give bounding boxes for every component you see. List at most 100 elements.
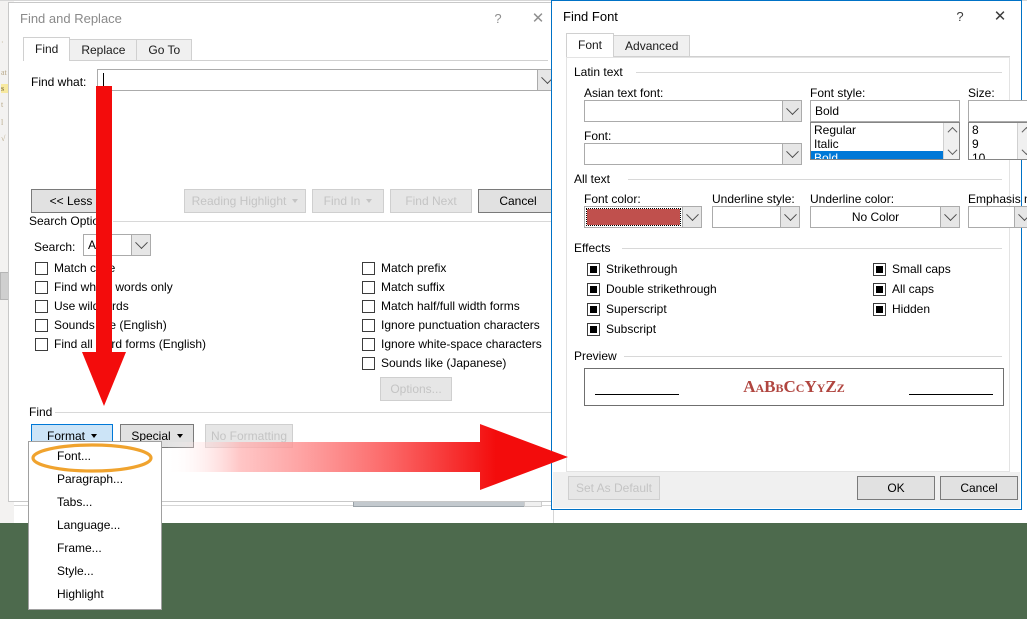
set-as-default-button[interactable]: Set As Default [568,476,660,500]
checkbox-hidden[interactable]: Hidden [873,302,930,316]
chevron-down-icon[interactable] [782,144,801,164]
underline-style-combo[interactable] [712,206,800,228]
reading-highlight-button[interactable]: Reading Highlight [184,189,306,213]
size-input[interactable] [968,100,1027,122]
font-style-input[interactable]: Bold [810,100,960,122]
preview-group-rule [624,356,1002,357]
asian-text-font-combo[interactable] [584,100,802,122]
checkbox-label: Match suffix [381,280,445,294]
checkbox-strikethrough[interactable]: Strikethrough [587,262,677,276]
format-dropdown-menu: Font... Paragraph... Tabs... Language...… [28,441,162,610]
list-item[interactable]: Bold [811,151,959,159]
find-replace-title-buttons: ? ✕ [479,3,559,33]
menu-item-tabs[interactable]: Tabs... [29,491,161,514]
menu-item-highlight[interactable]: Highlight [29,583,161,606]
chevron-down-icon[interactable] [780,207,799,227]
checkbox-label: Hidden [892,302,931,316]
find-group-rule [55,412,557,413]
preview-right-rule [909,394,993,395]
checkbox-box [587,282,600,296]
checkbox-match-suffix[interactable]: Match suffix [362,280,445,294]
chevron-down-icon[interactable] [682,207,701,227]
underline-color-combo[interactable]: No Color [810,206,960,228]
checkbox-sounds-like-english[interactable]: Sounds like (English) [35,318,167,332]
cancel-button[interactable]: Cancel [478,189,558,213]
find-replace-titlebar: Find and Replace ? ✕ [9,3,559,33]
menu-item-style[interactable]: Style... [29,560,161,583]
tab-advanced[interactable]: Advanced [613,35,691,57]
font-style-listbox[interactable]: Regular Italic Bold [810,122,960,160]
list-item[interactable]: Regular [811,123,959,137]
less-button[interactable]: << Less [31,189,111,213]
scroll-up-icon[interactable] [944,123,959,138]
menu-item-font[interactable]: Font... [29,445,161,468]
help-icon[interactable]: ? [479,3,517,33]
size-label: Size: [968,86,995,100]
scroll-down-icon[interactable] [944,144,959,159]
checkbox-label: Double strikethrough [606,282,717,296]
chevron-down-icon[interactable] [131,235,150,255]
tab-goto[interactable]: Go To [136,39,193,61]
close-icon[interactable]: ✕ [979,1,1021,31]
checkbox-label: Superscript [606,302,667,316]
tab-replace[interactable]: Replace [69,39,138,61]
chevron-down-icon[interactable] [1014,207,1027,227]
size-scrollbar[interactable] [1017,123,1027,159]
checkbox-label: Strikethrough [606,262,678,276]
checkbox-sounds-like-japanese[interactable]: Sounds like (Japanese) [362,356,506,370]
scroll-up-icon[interactable] [1018,123,1027,138]
checkbox-match-prefix[interactable]: Match prefix [362,261,446,275]
tab-font[interactable]: Font [566,33,615,57]
checkbox-double-strikethrough[interactable]: Double strikethrough [587,282,717,296]
menu-item-paragraph[interactable]: Paragraph... [29,468,161,491]
checkbox-ignore-punctuation-characters[interactable]: Ignore punctuation characters [362,318,540,332]
search-scope-select[interactable]: All [83,234,151,256]
menu-item-frame[interactable]: Frame... [29,537,161,560]
checkbox-small-caps[interactable]: Small caps [873,262,951,276]
checkbox-all-caps[interactable]: All caps [873,282,934,296]
effects-group-rule [622,248,1002,249]
no-formatting-button[interactable]: No Formatting [205,424,293,448]
checkbox-superscript[interactable]: Superscript [587,302,667,316]
asian-text-font-label: Asian text font: [584,86,664,100]
all-text-group-rule [628,179,1002,180]
checkbox-use-wildcards[interactable]: Use wildcards [35,299,129,313]
emphasis-mark-combo[interactable] [968,206,1027,228]
checkbox-label: Use wildcards [54,299,129,313]
checkbox-ignore-white-space-characters[interactable]: Ignore white-space characters [362,337,542,351]
find-what-input[interactable] [97,69,557,91]
checkbox-box [362,299,375,313]
list-item[interactable]: Italic [811,137,959,151]
tab-find[interactable]: Find [23,37,71,61]
find-next-button[interactable]: Find Next [390,189,472,213]
options-button[interactable]: Options... [380,377,452,401]
checkbox-find-all-word-forms[interactable]: Find all word forms (English) [35,337,206,351]
checkbox-match-half-full-width-forms[interactable]: Match half/full width forms [362,299,520,313]
help-icon[interactable]: ? [941,1,979,31]
font-style-scrollbar[interactable] [943,123,959,159]
menu-item-language[interactable]: Language... [29,514,161,537]
find-font-tabstrip: Font Advanced [566,33,691,57]
ok-button[interactable]: OK [857,476,935,500]
font-color-picker[interactable] [584,206,702,228]
checkbox-match-case[interactable]: Match case [35,261,115,275]
font-combo[interactable] [584,143,802,165]
underline-color-label: Underline color: [810,192,895,206]
checkbox-box [362,318,375,332]
checkbox-find-whole-words-only[interactable]: Find whole words only [35,280,173,294]
checkbox-box [35,299,48,313]
chevron-down-icon[interactable] [940,207,959,227]
checkbox-box [587,322,600,336]
find-in-button[interactable]: Find In [312,189,384,213]
font-label: Font: [584,129,612,143]
cancel-button[interactable]: Cancel [940,476,1018,500]
scroll-down-icon[interactable] [1018,144,1027,159]
checkbox-box [362,280,375,294]
text-caret [103,73,104,88]
preview-left-rule [595,394,679,395]
checkbox-label: Match case [54,261,116,275]
size-listbox[interactable]: 8 9 10 [968,122,1027,160]
find-what-label: Find what: [31,75,87,89]
chevron-down-icon[interactable] [782,101,801,121]
checkbox-subscript[interactable]: Subscript [587,322,656,336]
